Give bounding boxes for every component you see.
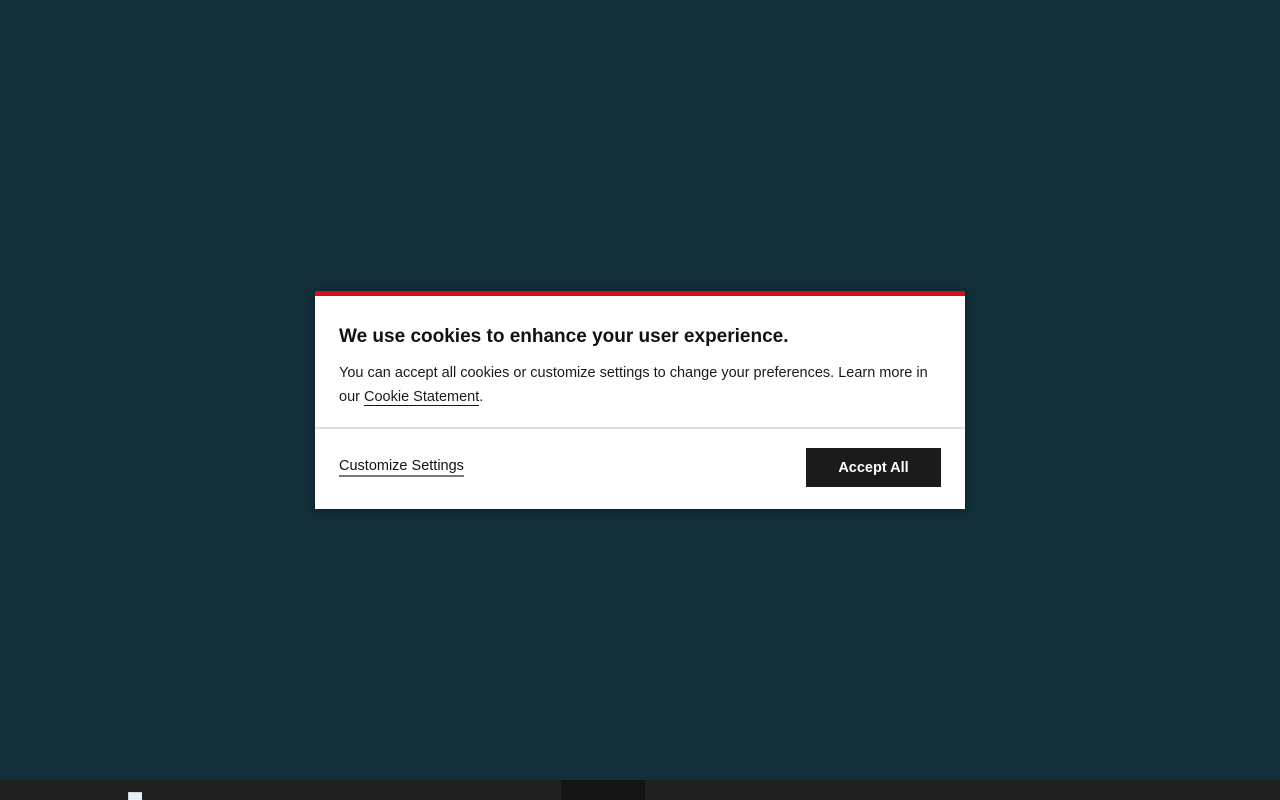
accept-all-button[interactable]: Accept All	[806, 448, 941, 487]
cookie-dialog-body: We use cookies to enhance your user expe…	[315, 296, 965, 429]
cookie-dialog-period: .	[479, 389, 484, 405]
cookie-dialog-title: We use cookies to enhance your user expe…	[339, 326, 789, 347]
cookie-consent-dialog: We use cookies to enhance your user expe…	[315, 291, 965, 509]
bottom-bar-tab[interactable]	[561, 780, 645, 800]
bottom-bar	[0, 780, 1280, 800]
broken-image-icon	[128, 792, 142, 800]
customize-settings-link[interactable]: Customize Settings	[339, 457, 464, 477]
cookie-statement-link[interactable]: Cookie Statement	[364, 389, 480, 406]
cookie-dialog-footer: Customize Settings Accept All	[315, 429, 965, 507]
cookie-dialog-description: You can accept all cookies or customize …	[339, 361, 941, 409]
